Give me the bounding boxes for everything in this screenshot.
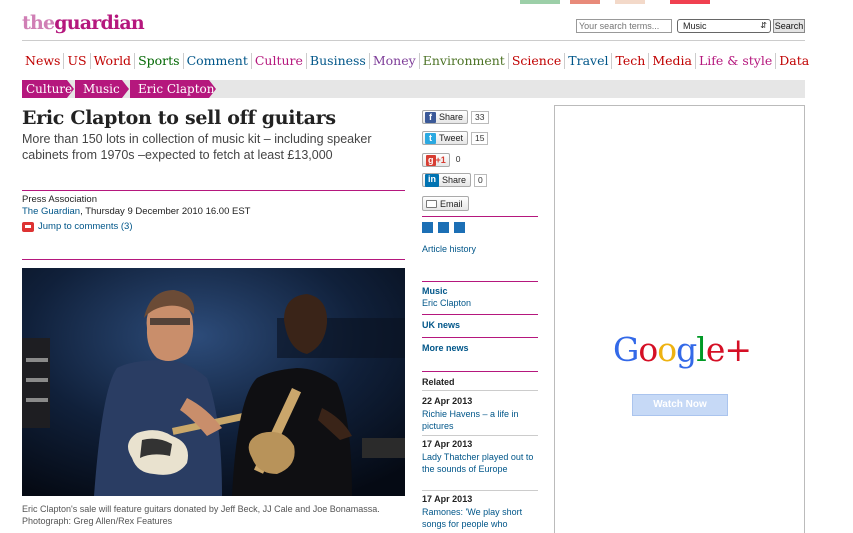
jump-to-comments-link[interactable]: Jump to comments (3) xyxy=(22,221,133,232)
email-share: Email xyxy=(422,196,469,211)
tweet-button[interactable]: t Tweet xyxy=(422,131,469,145)
nav-item-business[interactable]: Business xyxy=(305,53,369,69)
guardian-logo[interactable]: theguardian xyxy=(22,14,145,33)
comment-icon xyxy=(22,221,34,232)
uk-news-link[interactable]: UK news xyxy=(422,320,460,330)
byline-date: The Guardian, Thursday 9 December 2010 1… xyxy=(22,206,251,217)
clip-icon[interactable] xyxy=(454,222,465,233)
related-divider-1 xyxy=(422,390,538,391)
publication-link[interactable]: The Guardian xyxy=(22,206,80,217)
facebook-share-button[interactable]: f Share xyxy=(422,110,469,124)
byline-source: Press Association xyxy=(22,194,97,205)
nav-item-life-style[interactable]: Life & style xyxy=(694,53,775,69)
google-plus-icon: g xyxy=(426,154,436,166)
related-divider-2 xyxy=(422,435,538,436)
plus-one-count: 0 xyxy=(452,153,464,167)
watch-now-button[interactable]: Watch Now xyxy=(632,394,728,416)
article-tools xyxy=(422,222,465,233)
related-link-1[interactable]: Richie Havens – a life in pictures xyxy=(422,408,540,432)
nav-item-world[interactable]: World xyxy=(89,53,135,69)
nav-item-tech[interactable]: Tech xyxy=(611,53,648,69)
article-headline: Eric Clapton to sell off guitars xyxy=(22,107,336,129)
related-divider-3 xyxy=(422,490,538,491)
twitter-share: t Tweet 15 xyxy=(422,131,489,145)
search-section-value: Music xyxy=(683,21,707,31)
nav-item-sports[interactable]: Sports xyxy=(134,53,183,69)
related-date-1: 22 Apr 2013 xyxy=(422,396,473,406)
music-section-link[interactable]: Music xyxy=(422,286,448,296)
article-photo xyxy=(22,268,405,496)
google-plus-one-button[interactable]: g +1 xyxy=(422,153,450,167)
search-section-select[interactable]: Music ⇵ xyxy=(677,19,771,33)
facebook-share: f Share 33 xyxy=(422,110,489,124)
facebook-share-label: Share xyxy=(439,112,464,122)
nav-item-us[interactable]: US xyxy=(63,53,89,69)
related-link-2[interactable]: Lady Thatcher played out to the sounds o… xyxy=(422,451,540,475)
twitter-bird-icon: t xyxy=(425,132,436,144)
facebook-share-count: 33 xyxy=(471,110,489,124)
breadcrumb-eric-clapton[interactable]: Eric Clapton xyxy=(130,80,216,98)
nav-item-science[interactable]: Science xyxy=(507,53,564,69)
email-button[interactable]: Email xyxy=(422,196,469,211)
plus-one-label: +1 xyxy=(435,155,446,165)
comments-link-label: Jump to comments (3) xyxy=(38,221,133,232)
nav-item-media[interactable]: Media xyxy=(648,53,695,69)
related-date-3: 17 Apr 2013 xyxy=(422,494,473,504)
envelope-icon xyxy=(426,199,437,208)
article-history-link[interactable]: Article history xyxy=(422,244,476,254)
linkedin-share-button[interactable]: in Share xyxy=(422,173,472,187)
google-plus-share: g +1 0 xyxy=(422,153,464,167)
sidebar-divider-4 xyxy=(422,371,538,372)
sidebar-divider-3 xyxy=(422,337,538,338)
related-date-2: 17 Apr 2013 xyxy=(422,439,473,449)
nav-item-news[interactable]: News xyxy=(24,53,63,69)
tweet-count: 15 xyxy=(471,131,489,145)
header-divider xyxy=(22,40,805,41)
nav-item-comment[interactable]: Comment xyxy=(182,53,251,69)
email-label: Email xyxy=(440,198,463,209)
main-nav: News US World Sports Comment Culture Business M… xyxy=(24,53,812,69)
more-news-link[interactable]: More news xyxy=(422,343,469,353)
facebook-icon: f xyxy=(425,111,436,123)
linkedin-share-count: 0 xyxy=(474,173,487,187)
search-button[interactable]: Search xyxy=(773,19,805,33)
google-plus-ad[interactable] xyxy=(554,105,805,533)
nav-item-data[interactable]: Data xyxy=(775,53,812,69)
related-heading: Related xyxy=(422,377,455,387)
breadcrumb-music[interactable]: Music xyxy=(75,80,129,98)
breadcrumb-culture[interactable]: Culture xyxy=(22,80,74,98)
sidebar-divider-2 xyxy=(422,314,538,315)
search-input[interactable] xyxy=(576,19,672,33)
share-divider xyxy=(422,216,538,217)
related-link-3[interactable]: Ramones: 'We play short songs for people… xyxy=(422,506,540,530)
eric-clapton-tag-link[interactable]: Eric Clapton xyxy=(422,298,471,308)
nav-item-environment[interactable]: Environment xyxy=(418,53,508,69)
linkedin-icon: in xyxy=(425,173,439,187)
byline-divider-bottom xyxy=(22,259,405,260)
linkedin-share-label: Share xyxy=(442,175,467,185)
share-icon[interactable] xyxy=(438,222,449,233)
select-arrows-icon: ⇵ xyxy=(760,21,767,30)
tweet-label: Tweet xyxy=(439,133,464,143)
linkedin-share: in Share 0 xyxy=(422,173,487,187)
nav-item-money[interactable]: Money xyxy=(368,53,419,69)
nav-item-culture[interactable]: Culture xyxy=(250,53,306,69)
print-icon[interactable] xyxy=(422,222,433,233)
publish-date: , Thursday 9 December 2010 16.00 EST xyxy=(80,206,251,217)
nav-item-travel[interactable]: Travel xyxy=(564,53,611,69)
photo-caption: Eric Clapton's sale will feature guitars… xyxy=(22,504,380,526)
byline-divider-top xyxy=(22,190,405,191)
top-ad-strip xyxy=(520,0,720,4)
sidebar-divider-1 xyxy=(422,281,538,282)
article-standfirst: More than 150 lots in collection of musi… xyxy=(22,132,372,162)
google-plus-logo: Google+ xyxy=(613,330,752,369)
